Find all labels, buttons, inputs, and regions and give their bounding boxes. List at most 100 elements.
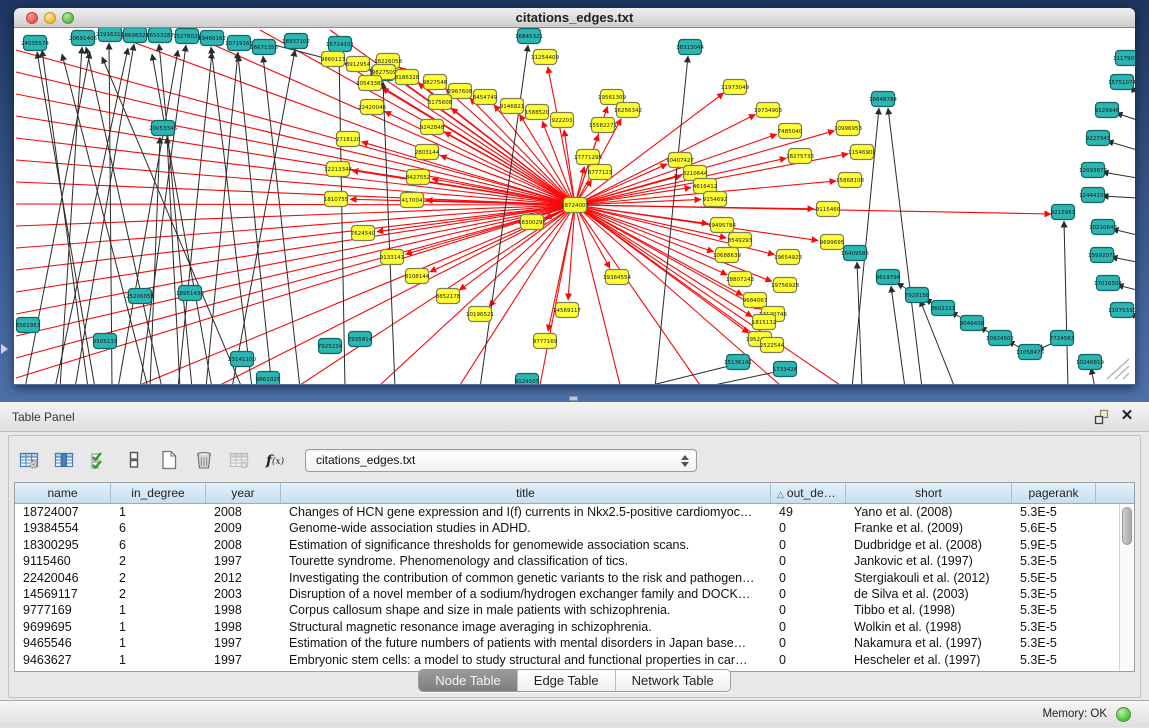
table-cell[interactable]: Dudbridge et al. (2008)	[846, 537, 1012, 553]
graph-node[interactable]: 16671355	[250, 40, 278, 55]
table-cell[interactable]: Changes of HCN gene expression and I(f) …	[281, 504, 771, 520]
graph-node[interactable]: 8602221	[931, 301, 956, 316]
graph-node[interactable]: 10688639	[713, 248, 741, 263]
collapsed-panel-arrow-icon[interactable]	[1, 344, 8, 354]
graph-node[interactable]: 24035574	[21, 36, 49, 51]
table-cell[interactable]: 2	[111, 586, 206, 602]
graph-node[interactable]: 19756928	[771, 278, 799, 293]
graph-node[interactable]: 9242848	[420, 120, 445, 135]
graph-edge[interactable]	[16, 50, 575, 205]
graph-node[interactable]: 7929158	[905, 288, 930, 303]
network-graph[interactable]: 2403557420691406219163121869832116553287…	[14, 28, 1135, 384]
graph-edge[interactable]	[16, 160, 575, 205]
graph-edge[interactable]	[575, 205, 620, 384]
table-cell[interactable]: 1997	[206, 635, 281, 651]
table-row[interactable]: 1938455462009Genome-wide association stu…	[15, 520, 1119, 536]
table-cell[interactable]: 1	[111, 602, 206, 618]
graph-node[interactable]: 9133141	[380, 250, 405, 265]
table-cell[interactable]: 2	[111, 553, 206, 569]
graph-node[interactable]: 11254409	[531, 50, 559, 65]
column-header-year[interactable]: year	[206, 483, 281, 503]
table-cell[interactable]: 5.3E-5	[1012, 602, 1096, 618]
table-cell[interactable]: 5.3E-5	[1012, 652, 1096, 668]
graph-node[interactable]: 18313044	[676, 40, 704, 55]
table-cell[interactable]: Jankovic et al. (1997)	[846, 553, 1012, 569]
table-cell[interactable]: 49	[771, 504, 846, 520]
graph-edge[interactable]	[1091, 368, 1095, 384]
graph-edge[interactable]	[361, 142, 575, 205]
graph-node[interactable]: 8561953	[16, 318, 41, 333]
table-cell[interactable]: 19384554	[15, 520, 111, 536]
graph-edge[interactable]	[178, 52, 212, 384]
table-cell[interactable]: 0	[771, 652, 846, 668]
graph-node[interactable]: 18951430	[176, 286, 204, 301]
graph-edge[interactable]	[888, 108, 922, 384]
graph-node[interactable]: 8777123	[588, 165, 613, 180]
table-cell[interactable]: Structural magnetic resonance image aver…	[281, 619, 771, 635]
delete-table-button[interactable]	[192, 448, 216, 472]
table-cell[interactable]: 0	[771, 520, 846, 536]
graph-node[interactable]: 1588520	[525, 105, 550, 120]
table-cell[interactable]: 5.3E-5	[1012, 586, 1096, 602]
graph-edge[interactable]	[575, 205, 1051, 214]
table-cell[interactable]: 6	[111, 537, 206, 553]
graph-node[interactable]: 12213344	[324, 162, 352, 177]
table-cell[interactable]: 2012	[206, 570, 281, 586]
table-cell[interactable]: Tibbo et al. (1998)	[846, 602, 1012, 618]
column-header-title[interactable]: title	[281, 483, 771, 503]
graph-node[interactable]: 23141100	[228, 352, 256, 367]
graph-node[interactable]: 9146821	[500, 99, 525, 114]
graph-edge[interactable]	[444, 132, 575, 205]
graph-node[interactable]: 15582271	[589, 118, 617, 133]
table-cell[interactable]: 1998	[206, 619, 281, 635]
graph-node[interactable]: 11179011	[1113, 51, 1135, 66]
graph-node[interactable]: 18698321	[121, 28, 149, 43]
graph-node[interactable]: 16648784	[869, 92, 897, 107]
table-selector-dropdown[interactable]: citations_edges.txt	[305, 449, 697, 472]
graph-node[interactable]: 9115460	[816, 202, 841, 217]
graph-edge[interactable]	[405, 205, 575, 254]
graph-node[interactable]: 9699695	[820, 235, 845, 250]
graph-node[interactable]: 9215953	[1051, 205, 1076, 220]
table-cell[interactable]: 1	[111, 619, 206, 635]
graph-node[interactable]: 11075330	[1108, 303, 1135, 318]
table-cell[interactable]: Estimation of significance thresholds fo…	[281, 537, 771, 553]
table-cell[interactable]: Disruption of a novel member of a sodium…	[281, 586, 771, 602]
graph-node[interactable]: 25206059	[126, 289, 154, 304]
float-panel-icon[interactable]	[1093, 409, 1109, 425]
graph-node[interactable]: 1815132	[752, 315, 777, 330]
graph-edge[interactable]	[575, 205, 714, 252]
table-cell[interactable]: 5.6E-5	[1012, 520, 1096, 536]
graph-edge[interactable]	[55, 48, 128, 384]
graph-node[interactable]: 10924502	[986, 331, 1014, 346]
table-body[interactable]: 1872400712008Changes of HCN gene express…	[15, 504, 1119, 671]
graph-node[interactable]: 7485040	[778, 124, 803, 139]
row-height-button[interactable]	[122, 448, 146, 472]
graph-edge[interactable]	[891, 286, 905, 384]
graph-edge[interactable]	[16, 138, 575, 205]
column-header-name[interactable]: name	[15, 483, 111, 503]
select-columns-button[interactable]	[87, 448, 111, 472]
table-cell[interactable]: 1997	[206, 652, 281, 668]
graph-edge[interactable]	[220, 205, 575, 384]
graph-node[interactable]: 9046438	[960, 316, 985, 331]
graph-node[interactable]: 7724563	[1050, 331, 1075, 346]
table-cell[interactable]: Yano et al. (2008)	[846, 504, 1012, 520]
graph-node[interactable]: 20691406	[69, 31, 97, 46]
graph-edge[interactable]	[1107, 141, 1135, 150]
table-cell[interactable]: 5.3E-5	[1012, 553, 1096, 569]
new-document-button[interactable]	[157, 448, 181, 472]
table-cell[interactable]: 1	[111, 652, 206, 668]
graph-node[interactable]: 22420046	[358, 100, 386, 115]
graph-node[interactable]: 11546907	[848, 145, 876, 160]
graph-node[interactable]: 15992071	[1088, 248, 1116, 263]
graph-node[interactable]: 12093872	[1079, 163, 1107, 178]
import-table-disabled-button[interactable]	[227, 448, 251, 472]
table-settings-button[interactable]	[17, 448, 41, 472]
graph-node[interactable]: 9505133	[93, 334, 118, 349]
graph-node[interactable]: 19384554	[603, 270, 631, 285]
table-cell[interactable]: 2009	[206, 520, 281, 536]
table-cell[interactable]: Embryonic stem cells: a model to study s…	[281, 652, 771, 668]
graph-edge[interactable]	[60, 47, 82, 384]
graph-node[interactable]: 20053346	[149, 121, 177, 136]
